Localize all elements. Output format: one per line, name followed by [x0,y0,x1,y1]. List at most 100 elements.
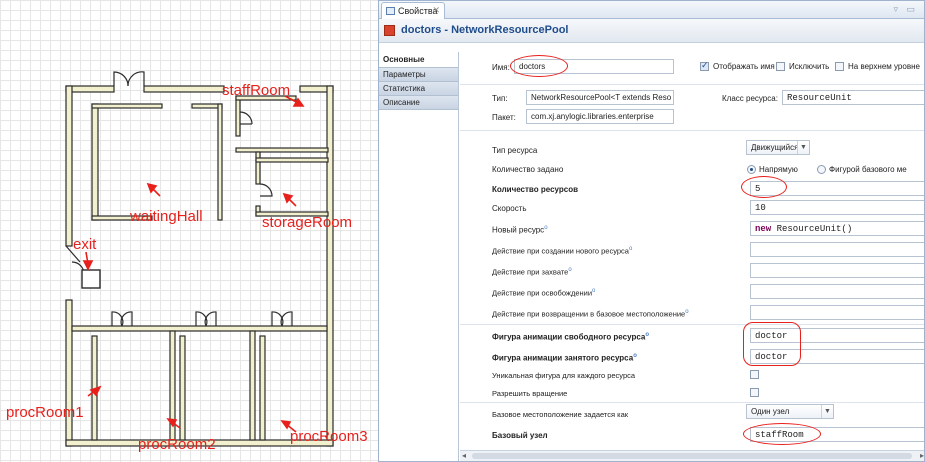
scrollbar-thumb[interactable] [472,453,912,459]
scroll-left-icon[interactable]: ◂ [462,451,466,460]
divider [460,84,924,85]
exclude-checkbox[interactable] [776,62,785,71]
object-title: doctors - NetworkResourcePool [401,24,569,36]
new-resource-field[interactable]: new ResourceUnit() [750,221,924,236]
count-shape-label: Фигурой базового ме [829,165,907,174]
allow-rotation-checkbox[interactable] [750,388,759,397]
idle-shape-label: Фигура анимации свободного ресурсаo [492,332,649,342]
wall [91,103,99,221]
resource-type-label: Тип ресурса [492,146,538,155]
resource-class-field[interactable]: ResourceUnit [782,90,924,105]
wall [65,85,73,247]
show-name-checkbox[interactable] [700,60,709,71]
info-icon: o [633,353,637,359]
package-label: Пакет: [492,113,516,122]
divider [460,324,924,325]
on-create-label: Действие при создании нового ресурсаo [492,246,632,256]
busy-shape-label: Фигура анимации занятого ресурсаo [492,353,637,363]
new-keyword: new [755,224,772,234]
type-field[interactable]: NetworkResourcePool<T extends Reso [526,90,674,105]
package-field[interactable]: com.xj.anylogic.libraries.enterprise [526,109,674,124]
close-icon[interactable]: ✕ [432,5,440,16]
exit-node [81,269,101,289]
info-icon: o [592,288,596,294]
wall [65,85,115,93]
sidebar-item-parameters[interactable]: Параметры [379,68,458,82]
chevron-down-icon: ▼ [797,141,809,154]
horizontal-scrollbar[interactable]: ◂ ▸ [460,450,924,461]
floor-plan-drawing [65,71,334,447]
resource-class-label: Класс ресурса: [722,94,778,103]
idle-shape-field[interactable]: doctor [750,328,924,343]
wall [235,147,329,153]
info-icon: o [568,267,572,273]
label-proc-room3: procRoom3 [290,428,368,445]
top-level-checkbox[interactable] [835,62,844,71]
wall [259,335,266,441]
resource-type-value: Движущийся [751,143,799,152]
on-release-label-text: Действие при освобождении [492,288,593,298]
new-resource-value: ResourceUnit() [776,224,853,234]
resource-count-label: Количество ресурсов [492,185,579,194]
info-icon: o [544,225,548,231]
on-create-label-text: Действие при создании нового ресурса [492,246,629,256]
sidebar-item-statistics[interactable]: Статистика [379,82,458,96]
on-seize-label: Действие при захватеo [492,267,572,277]
minimize-maximize-icon[interactable]: ▿ ▭ [893,4,918,15]
on-return-label: Действие при возвращении в базовое место… [492,309,689,319]
wall [235,95,241,137]
home-location-value: Один узел [751,407,790,416]
object-title-bar: doctors - NetworkResourcePool [379,19,924,43]
on-return-field[interactable] [750,305,924,320]
resource-type-select[interactable]: Движущийся ▼ [746,140,810,155]
label-storage-room: storageRoom [262,214,353,231]
name-field[interactable]: doctors [514,59,674,74]
count-shape-radio[interactable] [817,165,826,174]
view-tab-bar: Свойства ✕ ▿ ▭ [379,1,924,19]
sidebar-item-description[interactable]: Описание [379,96,458,110]
scroll-right-icon[interactable]: ▸ [920,451,924,460]
wall [143,85,225,93]
new-resource-label-text: Новый ресурс [492,225,545,235]
on-create-field[interactable] [750,242,924,257]
count-direct-radio[interactable] [747,165,756,174]
sidebar-item-main[interactable]: Основные [379,52,458,68]
divider [460,130,924,131]
home-node-field[interactable]: staffRoom [750,427,924,442]
exclude-label: Исключить [789,62,830,71]
speed-label: Скорость [492,204,527,213]
network-resource-pool-icon [384,25,395,36]
speed-field[interactable]: 10 [750,200,924,215]
unique-shape-checkbox[interactable] [750,370,759,379]
wall [71,325,328,332]
floor-plan: staffRoom waitingHall storageRoom exit p… [0,0,378,462]
resource-count-field[interactable]: 5 [750,181,924,196]
busy-shape-field[interactable]: doctor [750,349,924,364]
idle-shape-label-text: Фигура анимации свободного ресурса [492,332,646,342]
wall [255,157,329,163]
info-icon: o [645,332,649,338]
home-location-label: Базовое местоположение задается как [492,410,629,419]
properties-icon [386,7,395,15]
show-name-label: Отображать имя [713,62,775,71]
wall [217,103,223,221]
top-level-label: На верхнем уровне [848,62,920,71]
label-staff-room: staffRoom [222,82,291,99]
on-return-label-text: Действие при возвращении в базовое место… [492,309,686,319]
label-proc-room1: procRoom1 [6,404,84,421]
on-seize-field[interactable] [750,263,924,278]
on-release-field[interactable] [750,284,924,299]
busy-shape-label-text: Фигура анимации занятого ресурса [492,353,634,363]
new-resource-label: Новый ресурсo [492,225,548,235]
property-sections-sidebar: Основные Параметры Статистика Описание [379,52,459,461]
info-icon: o [628,246,633,252]
chevron-down-icon: ▼ [821,405,833,418]
wall [65,299,73,447]
on-seize-label-text: Действие при захвате [492,267,569,277]
allow-rotation-label: Разрешить вращение [492,389,568,398]
wall [249,330,256,441]
wall [255,151,261,185]
info-icon: o [685,309,689,315]
tab-properties[interactable]: Свойства ✕ [381,2,445,19]
home-location-select[interactable]: Один узел ▼ [746,404,834,419]
